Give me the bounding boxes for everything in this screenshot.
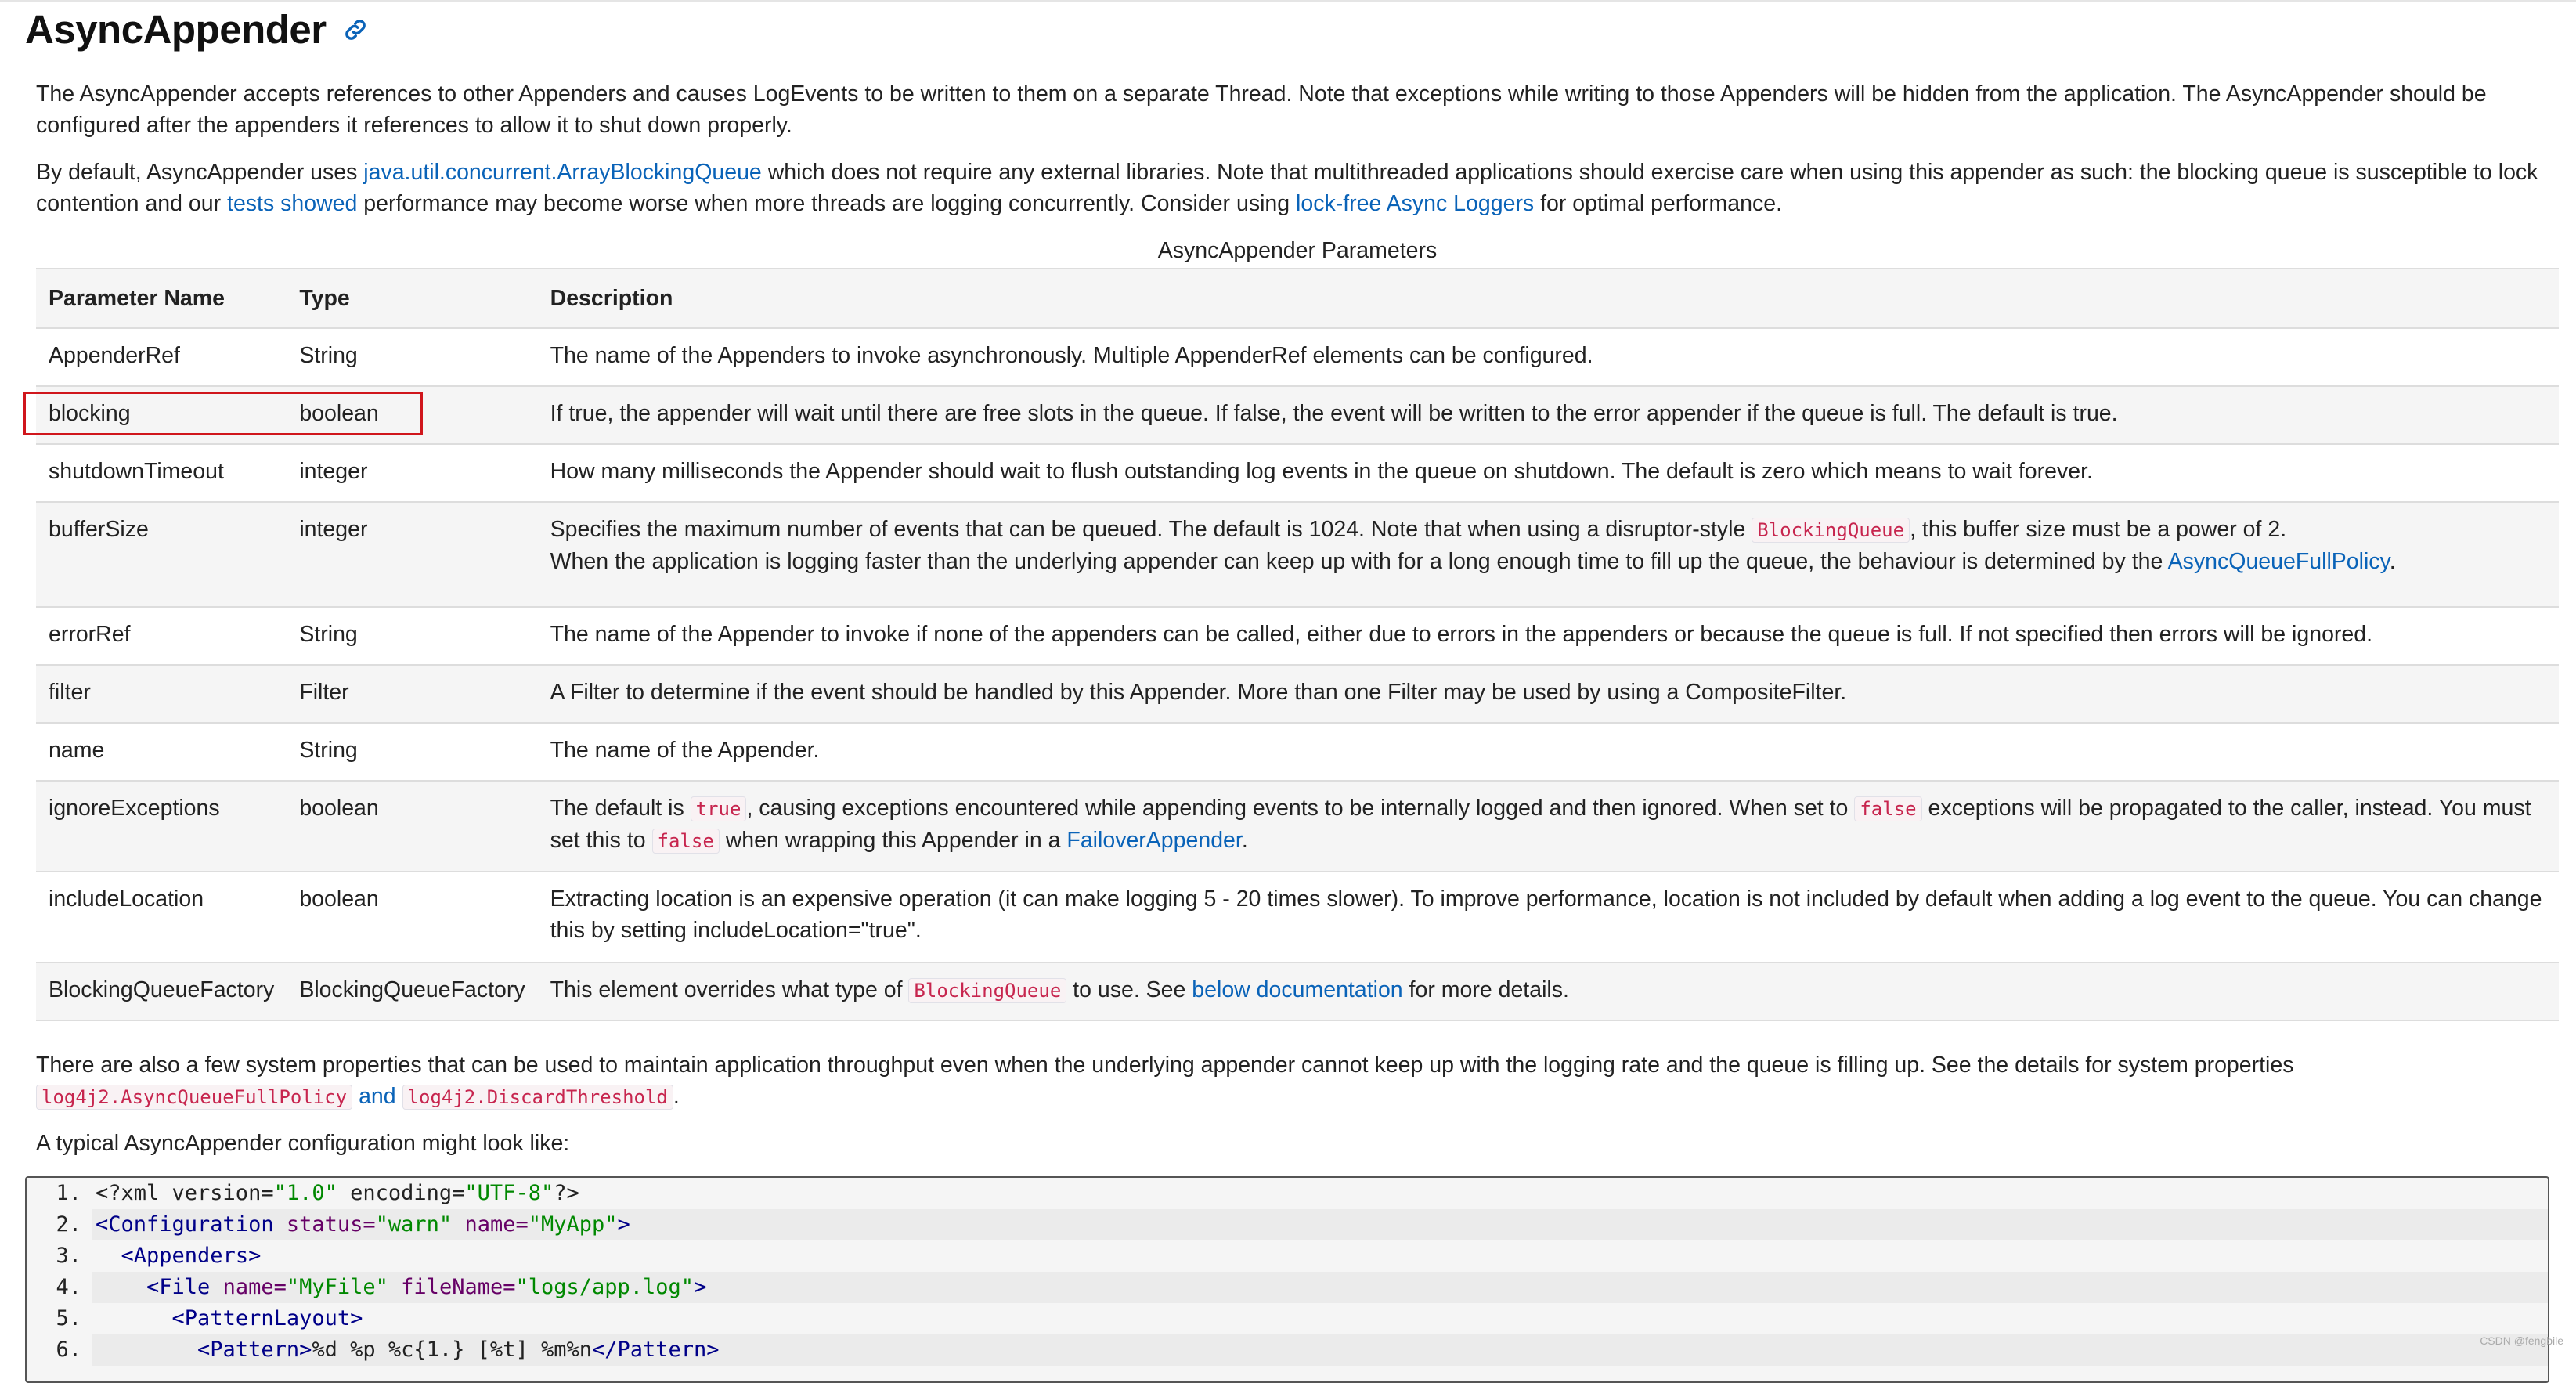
param-name: name <box>36 723 287 782</box>
text: performance may become worse when more t… <box>357 191 1297 216</box>
watermark: CSDN @fengbile <box>2480 1334 2563 1347</box>
array-blocking-queue-link[interactable]: java.util.concurrent.ArrayBlockingQueue <box>363 160 762 185</box>
param-desc: Extracting location is an expensive oper… <box>537 872 2559 963</box>
code-source: <File name="MyFile" fileName="logs/app.l… <box>146 1275 707 1299</box>
header-type: Type <box>287 268 538 329</box>
table-row: AppenderRef String The name of the Appen… <box>36 328 2559 387</box>
tests-showed-link[interactable]: tests showed <box>227 191 357 216</box>
param-name: bufferSize <box>36 502 287 608</box>
line-number: 2. <box>27 1209 92 1240</box>
table-row: BlockingQueueFactory BlockingQueueFactor… <box>36 962 2559 1021</box>
text: By default, AsyncAppender uses <box>36 160 364 185</box>
param-type: boolean <box>287 872 538 963</box>
table-row: shutdownTimeout integer How many millise… <box>36 444 2559 503</box>
text: . <box>673 1084 680 1109</box>
below-documentation-link[interactable]: below documentation <box>1192 977 1402 1002</box>
code-line: 1. <?xml version="1.0" encoding="UTF-8"?> <box>27 1178 2548 1209</box>
param-name: BlockingQueueFactory <box>36 962 287 1021</box>
inline-code: false <box>1854 796 1922 821</box>
link-icon[interactable] <box>342 16 369 43</box>
page-title-text: AsyncAppender <box>25 7 327 52</box>
page-title: AsyncAppender <box>25 6 369 52</box>
param-name: shutdownTimeout <box>36 444 287 503</box>
async-loggers-link[interactable]: lock-free Async Loggers <box>1296 191 1534 216</box>
code-source: <Appenders> <box>121 1244 262 1268</box>
code-source: <?xml version="1.0" encoding="UTF-8"?> <box>96 1181 579 1205</box>
inline-code: true <box>690 796 747 821</box>
line-number: 6. <box>27 1334 92 1366</box>
top-border <box>0 0 2576 2</box>
table-row: errorRef String The name of the Appender… <box>36 607 2559 666</box>
param-desc: If true, the appender will wait until th… <box>537 386 2559 445</box>
line-number: 1. <box>27 1178 92 1209</box>
param-desc: The name of the Appender to invoke if no… <box>537 607 2559 666</box>
param-type: boolean <box>287 781 538 872</box>
line-number: 4. <box>27 1272 92 1303</box>
param-name: includeLocation <box>36 872 287 963</box>
param-type: Filter <box>287 665 538 724</box>
header-description: Description <box>537 268 2559 329</box>
header-parameter-name: Parameter Name <box>36 268 287 329</box>
table-caption: AsyncAppender Parameters <box>1157 238 1438 263</box>
param-desc: The name of the Appender. <box>537 723 2559 782</box>
param-name: filter <box>36 665 287 724</box>
param-type: BlockingQueueFactory <box>287 962 538 1021</box>
param-type: String <box>287 328 538 387</box>
inline-code: log4j2.DiscardThreshold <box>402 1085 673 1110</box>
param-type: String <box>287 607 538 666</box>
code-line: 5. <PatternLayout> <box>27 1303 2548 1334</box>
failover-appender-link[interactable]: FailoverAppender <box>1066 828 1241 853</box>
table-row: filter Filter A Filter to determine if t… <box>36 665 2559 724</box>
table-row: includeLocation boolean Extracting locat… <box>36 872 2559 963</box>
highlight-box <box>23 392 423 435</box>
param-type: integer <box>287 444 538 503</box>
typical-config-text: A typical AsyncAppender configuration mi… <box>36 1131 570 1156</box>
code-source: <Pattern>%d %p %c{1.} [%t] %m%n</Pattern… <box>197 1338 720 1362</box>
param-desc: The name of the Appenders to invoke asyn… <box>537 328 2559 387</box>
param-name: errorRef <box>36 607 287 666</box>
code-line: 2. <Configuration status="warn" name="MyA… <box>27 1209 2548 1240</box>
inline-code: BlockingQueue <box>908 978 1067 1003</box>
intro-paragraph: The AsyncAppender accepts references to … <box>36 81 2487 138</box>
code-line: 3. <Appenders> <box>27 1240 2548 1272</box>
param-name: AppenderRef <box>36 328 287 387</box>
async-queue-full-policy-link[interactable]: AsyncQueueFullPolicy <box>2168 549 2390 574</box>
param-type: integer <box>287 502 538 608</box>
text: There are also a few system properties t… <box>36 1053 2294 1078</box>
parameters-table: Parameter Name Type Description Appender… <box>36 268 2559 1021</box>
inline-code: BlockingQueue <box>1752 518 1910 543</box>
line-number: 5. <box>27 1303 92 1334</box>
inline-code: log4j2.AsyncQueueFullPolicy <box>36 1085 353 1110</box>
param-desc: How many milliseconds the Appender shoul… <box>537 444 2559 503</box>
table-header-row: Parameter Name Type Description <box>36 268 2559 329</box>
param-desc: A Filter to determine if the event shoul… <box>537 665 2559 724</box>
table-row: bufferSize integer Specifies the maximum… <box>36 502 2559 608</box>
param-type: String <box>287 723 538 782</box>
code-line: 6. <Pattern>%d %p %c{1.} [%t] %m%n</Patt… <box>27 1334 2548 1366</box>
code-block: 1. <?xml version="1.0" encoding="UTF-8"?>… <box>25 1176 2549 1383</box>
code-source: <Configuration status="warn" name="MyApp… <box>96 1212 630 1237</box>
code-source: <PatternLayout> <box>171 1306 363 1331</box>
and-link[interactable]: and <box>359 1084 396 1109</box>
param-desc: This element overrides what type of Bloc… <box>537 962 2559 1021</box>
table-row: ignoreExceptions boolean The default is … <box>36 781 2559 872</box>
line-number: 3. <box>27 1240 92 1272</box>
default-queue-paragraph: By default, AsyncAppender uses java.util… <box>36 157 2542 219</box>
text: for optimal performance. <box>1534 191 1782 216</box>
param-desc: The default is true, causing exceptions … <box>537 781 2559 872</box>
inline-code: false <box>651 829 720 854</box>
param-name: ignoreExceptions <box>36 781 287 872</box>
table-row: name String The name of the Appender. <box>36 723 2559 782</box>
code-line: 4. <File name="MyFile" fileName="logs/ap… <box>27 1272 2548 1303</box>
system-properties-paragraph: There are also a few system properties t… <box>36 1049 2542 1113</box>
param-desc: Specifies the maximum number of events t… <box>537 502 2559 608</box>
